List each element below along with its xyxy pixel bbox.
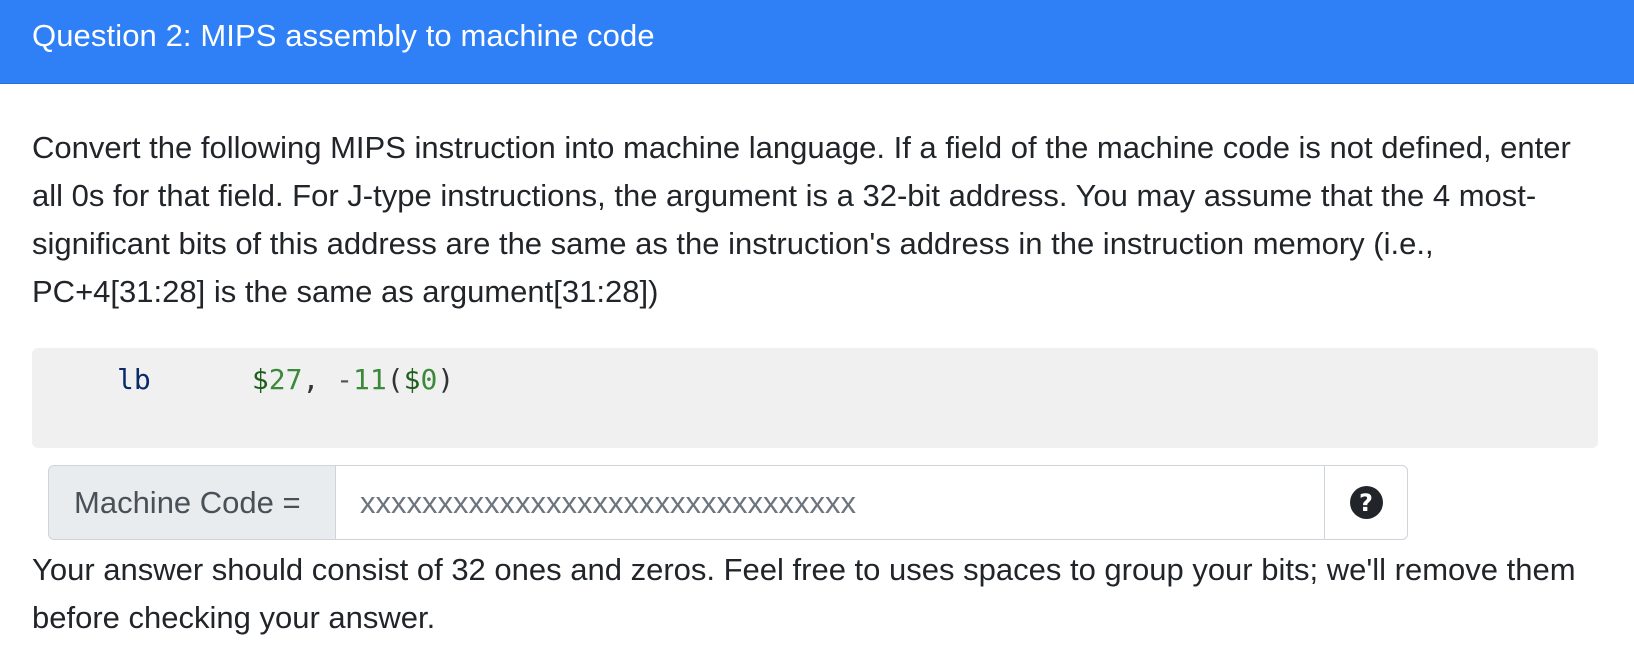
question-body: Convert the following MIPS instruction i… [0,124,1634,642]
answer-hint: Your answer should consist of 32 ones an… [32,552,1576,635]
rt-dollar: $ [251,363,269,396]
machine-code-input-group: Machine Code = ? [48,465,1408,540]
operand-comma: , [302,363,320,396]
open-paren: ( [386,363,404,396]
machine-code-input[interactable] [335,465,1325,540]
help-button[interactable]: ? [1325,465,1408,540]
instruction-opcode: lb [117,363,151,396]
machine-code-label: Machine Code = [48,465,335,540]
question-circle-icon: ? [1349,486,1383,519]
offset-minus: - [336,363,354,396]
question-header: Question 2: MIPS assembly to machine cod… [0,0,1634,84]
rs-register: 0 [420,363,438,396]
close-paren: ) [437,363,455,396]
question-title: Question 2: MIPS assembly to machine cod… [32,17,655,53]
instruction-code-block: lb $27, -11($0) [32,348,1598,448]
question-card: Question 2: MIPS assembly to machine cod… [0,0,1634,666]
rs-dollar: $ [403,363,421,396]
question-prompt: Convert the following MIPS instruction i… [32,130,1571,309]
rt-register: 27 [268,363,303,396]
offset-value: 11 [353,363,387,396]
